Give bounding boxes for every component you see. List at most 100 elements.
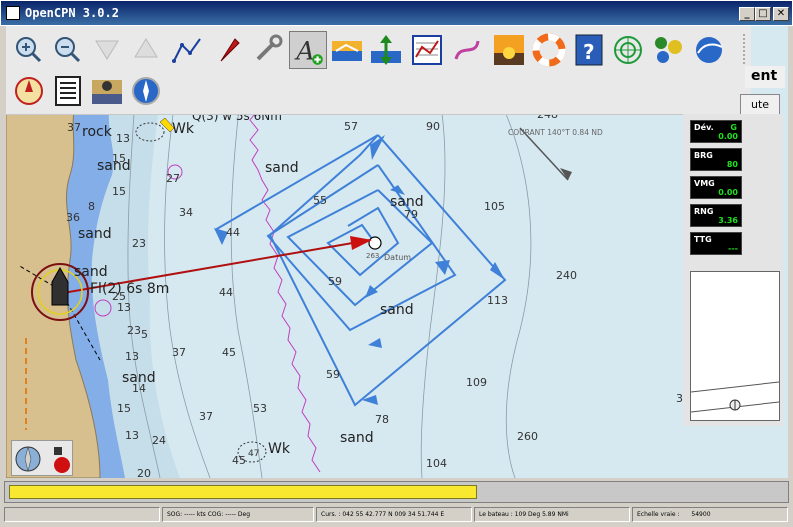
compass-gps-button[interactable] [12,74,46,108]
minimize-button[interactable]: _ [739,7,755,21]
depth-value: 44 [219,286,233,299]
rng-instrument: RNG 3.36 [690,204,742,227]
status-bearing-distance: Le bateau : 109 Deg 5.89 NMi [474,507,630,522]
app-icon [6,6,20,20]
instrument-value: 80 [726,160,738,169]
wreck-label: Wk [268,441,291,457]
status-scale: Echelle vraie : 54900 [632,507,788,522]
depth-value: 27 [166,172,180,185]
seabed-label: sand [390,194,424,210]
settings-wrench-icon[interactable] [250,33,284,67]
progress-fill [9,485,477,499]
current-label: COURANT 140°T 0.84 ND [508,128,603,137]
instrument-label: VMG [694,179,715,188]
depth-value: 45 [232,454,246,467]
status-scale-value: 54900 [691,511,711,518]
track-button[interactable] [450,33,484,67]
instrument-label: Dév. [694,123,714,132]
depth-value: 109 [466,376,487,389]
depth-value: 90 [426,120,440,133]
depth-value: 13 [117,301,131,314]
depth-value: 104 [426,457,447,470]
route-button[interactable] [170,33,204,67]
depth-value: 3 [676,392,683,405]
depth-value: 37 [67,121,81,134]
status-empty [4,507,160,522]
close-button[interactable]: ✕ [773,7,789,21]
current-button[interactable] [330,33,364,67]
depth-value: 13 [125,429,139,442]
seabed-label: sand [122,370,156,386]
svg-text:A: A [294,36,314,66]
seabed-label: sand [265,160,299,176]
depth-value: 53 [253,402,267,415]
datum-marker[interactable] [368,236,382,250]
progress-track [4,481,789,503]
route-props-label: ent [751,68,778,84]
text-tool-button[interactable]: A [289,31,327,69]
route-button-partial[interactable]: ute [740,94,780,116]
datum-number: 263 [366,252,379,260]
help-button[interactable]: ? [572,33,606,67]
depth-value: 36 [66,211,80,224]
logbook-button[interactable] [51,74,85,108]
instrument-label: RNG [694,207,714,216]
google-earth-button[interactable] [692,33,726,67]
depth-value: 34 [179,206,193,219]
position-compass-button[interactable] [129,74,163,108]
maximize-button[interactable]: □ [755,7,771,21]
seabed-label: sand [97,158,131,174]
gps-status-icon [54,457,70,473]
weather-fax-button[interactable] [90,74,124,108]
depth-value: 8 [88,200,95,213]
depth-value: 45 [222,346,236,359]
dashboard-button[interactable] [651,33,685,67]
depth-value: 20 [137,467,151,478]
radar-button[interactable] [611,33,645,67]
depth-value: 5 [141,328,148,341]
scale-in-button[interactable] [90,33,124,67]
tide-button[interactable] [369,33,403,67]
title-bar: OpenCPN 3.0.2 _ □ ✕ [0,0,793,26]
follow-boat-button[interactable] [211,33,245,67]
depth-value: 59 [328,275,342,288]
instrument-label: BRG [694,151,713,160]
depth-value: 105 [484,200,505,213]
depth-value: 13 [125,350,139,363]
depth-value: 37 [199,410,213,423]
depth-value: 44 [226,226,240,239]
depth-value: 113 [487,294,508,307]
seabed-label: sand [380,302,414,318]
toolbar-grip[interactable] [743,34,751,64]
color-scheme-button[interactable] [492,33,526,67]
datum-label: Datum [384,253,411,262]
depth-value: 15 [117,402,131,415]
depth-value: 260 [517,430,538,443]
depth-value: 15 [112,185,126,198]
window-title: OpenCPN 3.0.2 [25,6,119,20]
light-characteristic: Fl(2) 6s 8m [90,281,169,297]
route-props-button[interactable]: ent [745,66,785,88]
north-up-widget[interactable] [11,440,73,476]
instrument-value: --- [728,244,738,253]
instrument-unit: G [730,123,737,132]
depth-value: 47 [248,449,259,459]
seabed-label: rock [82,124,113,140]
zoom-in-button[interactable] [12,33,46,67]
status-sog-cog: SOG: ----- kts COG: ----- Deg [162,507,314,522]
main-toolbar: A ? [6,26,751,115]
zoom-out-button[interactable] [51,33,85,67]
depth-value: 240 [556,269,577,282]
xte-instrument: Dév. G 0.00 [690,120,742,143]
depth-graph [690,271,780,421]
depth-value: 59 [326,368,340,381]
route-manager-button[interactable] [410,33,444,67]
instrument-value: 0.00 [718,132,738,141]
depth-value: 23 [127,324,141,337]
scale-out-button[interactable] [129,33,163,67]
depth-value: 55 [313,194,327,207]
brg-instrument: BRG 80 [690,148,742,171]
status-cursor-position: Curs. : 042 55 42.777 N 009 34 51.744 E [316,507,472,522]
mob-lifebuoy-button[interactable] [532,33,566,67]
seabed-label: sand [78,226,112,242]
